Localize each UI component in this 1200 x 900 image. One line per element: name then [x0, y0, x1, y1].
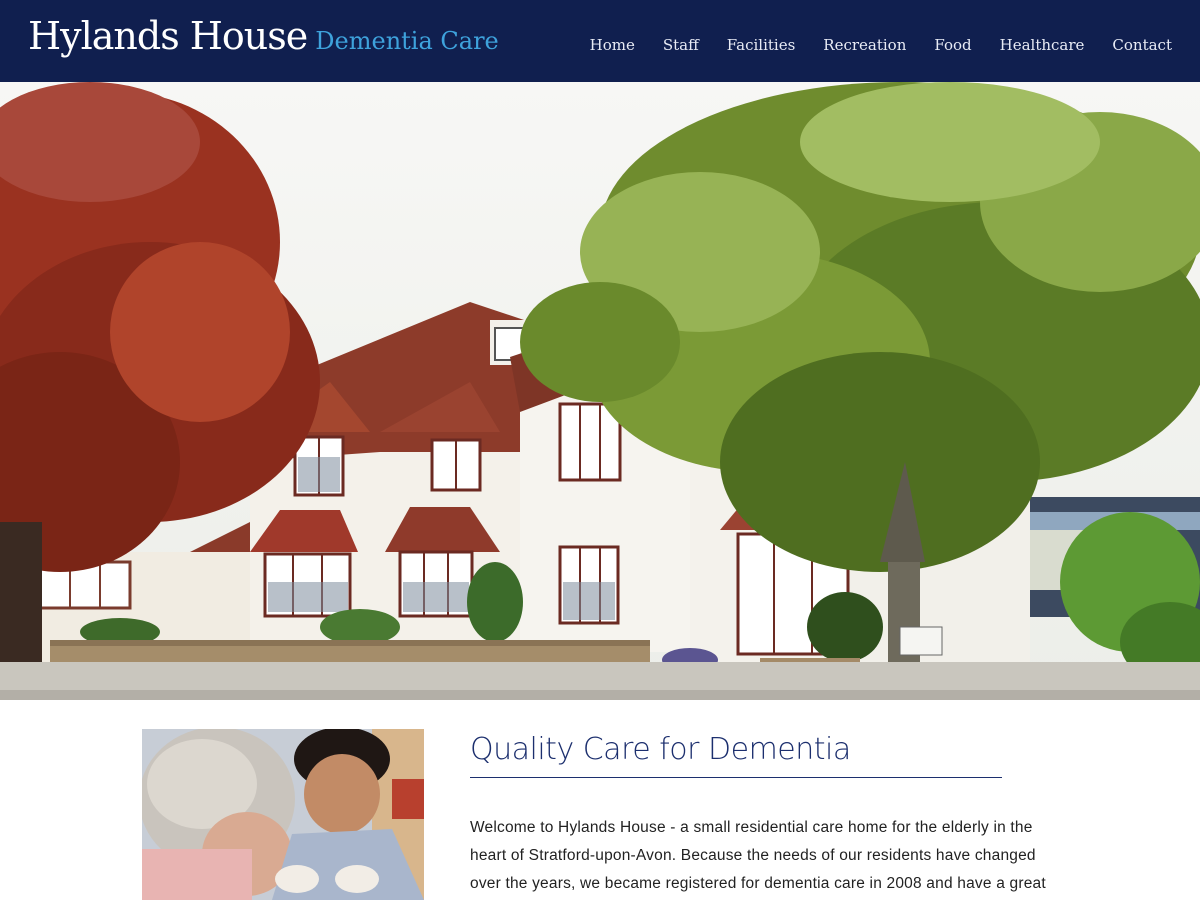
main-nav: Home Staff Facilities Recreation Food He…	[590, 36, 1172, 54]
site-logo[interactable]: Hylands House Dementia Care	[28, 14, 499, 58]
logo-title: Hylands House	[28, 14, 308, 58]
intro-section: Quality Care for Dementia Welcome to Hyl…	[470, 732, 1070, 900]
hero-house-illustration	[0, 82, 1200, 700]
nav-recreation[interactable]: Recreation	[823, 36, 906, 54]
nav-contact[interactable]: Contact	[1112, 36, 1172, 54]
nav-home[interactable]: Home	[590, 36, 635, 54]
hero-photo	[0, 82, 1200, 700]
nav-staff[interactable]: Staff	[663, 36, 699, 54]
site-header: Hylands House Dementia Care Home Staff Fa…	[0, 0, 1200, 82]
nav-healthcare[interactable]: Healthcare	[1000, 36, 1085, 54]
nav-food[interactable]: Food	[934, 36, 971, 54]
logo-subtitle: Dementia Care	[315, 27, 499, 55]
page-title: Quality Care for Dementia	[470, 732, 1002, 778]
nav-facilities[interactable]: Facilities	[727, 36, 796, 54]
carer-resident-illustration	[142, 729, 424, 900]
intro-paragraph: Welcome to Hylands House - a small resid…	[470, 819, 1046, 892]
carer-resident-photo	[142, 729, 424, 900]
